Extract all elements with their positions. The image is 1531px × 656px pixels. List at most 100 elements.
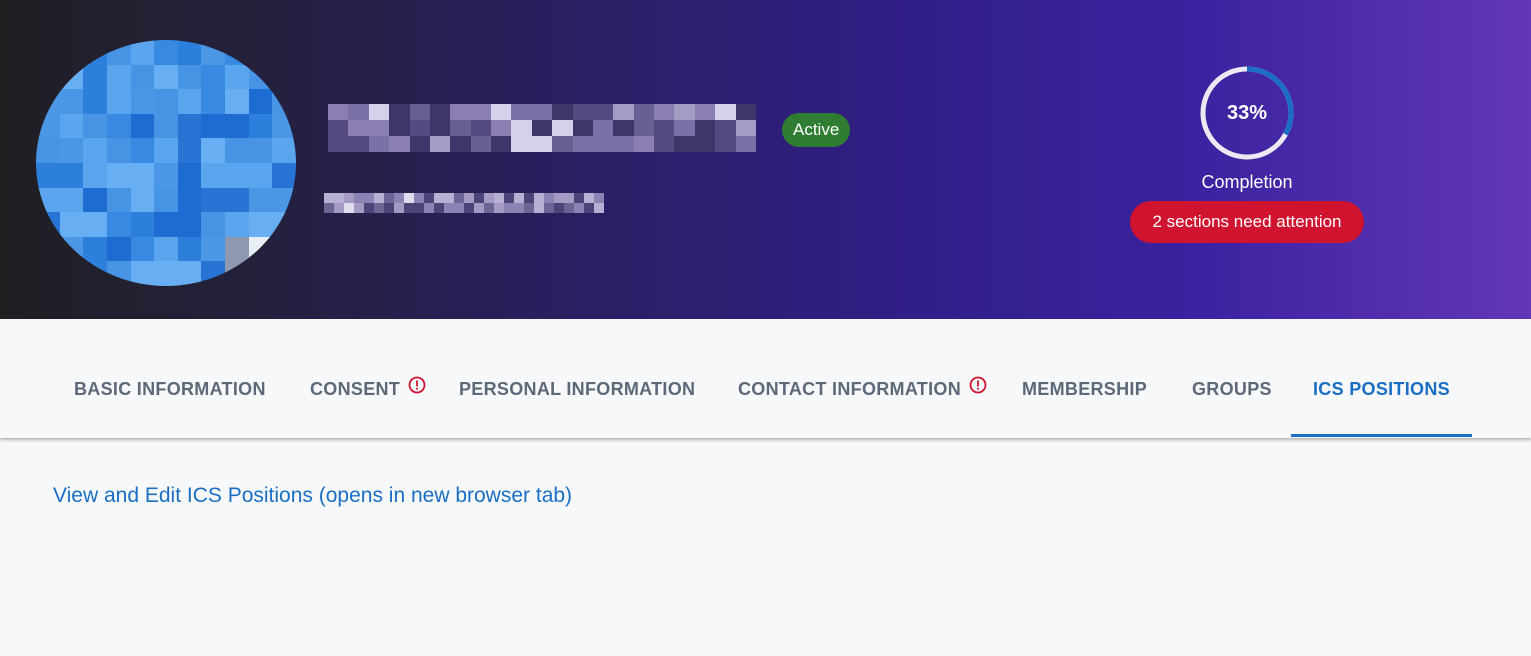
completion-label: Completion [1201, 172, 1293, 192]
avatar-pixel [83, 236, 108, 263]
redacted-pixel [674, 120, 695, 136]
tab-consent[interactable]: CONSENT [310, 319, 426, 438]
avatar-pixel [177, 236, 203, 263]
redacted-pixel [524, 203, 534, 213]
avatar-pixel [59, 89, 85, 115]
redacted-pixel [389, 120, 410, 136]
avatar-pixel [130, 236, 156, 263]
avatar-pixel [106, 40, 132, 66]
redacted-pixel [554, 203, 564, 213]
alert-circle-icon [969, 318, 987, 458]
redacted-pixel [444, 193, 454, 203]
avatar-pixel [106, 163, 132, 189]
avatar-pixel [36, 187, 61, 214]
active-tab-indicator [1291, 434, 1472, 437]
redacted-pixel [464, 193, 474, 203]
redacted-pixel [454, 193, 464, 203]
redacted-pixel [613, 136, 634, 152]
avatar-pixel [36, 40, 61, 66]
tab-basic-information[interactable]: BASIC INFORMATION [74, 319, 266, 438]
redacted-pixel [454, 203, 464, 213]
redacted-pixel [429, 136, 451, 152]
avatar-pixel [83, 138, 108, 164]
redacted-pixel [348, 120, 369, 136]
avatar-pixel [272, 236, 296, 263]
redacted-pixel [572, 136, 593, 152]
redacted-pixel [470, 104, 492, 120]
redacted-pixel [389, 104, 410, 120]
avatar-pixel [59, 138, 85, 164]
redacted-pixel [470, 120, 492, 136]
avatar-pixel [83, 212, 108, 238]
alert-circle-icon [408, 318, 426, 458]
tab-label: GROUPS [1192, 379, 1272, 399]
avatar-pixel [106, 138, 132, 164]
redacted-pixel [531, 120, 553, 136]
ics-positions-link[interactable]: View and Edit ICS Positions (opens in ne… [53, 484, 572, 508]
redacted-pixel [552, 136, 573, 152]
avatar-pixel [154, 89, 179, 115]
avatar-pixel [248, 40, 274, 66]
avatar-pixel [177, 40, 203, 66]
redacted-pixel [328, 104, 349, 120]
avatar-pixel [272, 261, 296, 286]
avatar-pixel [201, 261, 227, 286]
tab-membership[interactable]: MEMBERSHIP [1022, 319, 1147, 438]
avatar-pixel [130, 64, 156, 91]
avatar-pixel [154, 236, 179, 263]
avatar-pixel [201, 212, 227, 238]
avatar-pixel [106, 187, 132, 214]
redacted-pixel [531, 136, 553, 152]
avatar-pixel [106, 89, 132, 115]
redacted-pixel [404, 193, 414, 203]
avatar-pixel [36, 64, 61, 91]
avatar-pixel [272, 187, 296, 214]
redacted-pixel [511, 120, 532, 136]
redacted-pixel [544, 193, 554, 203]
avatar-pixel [59, 113, 85, 140]
tab-groups[interactable]: GROUPS [1192, 319, 1272, 438]
redacted-pixel [450, 104, 471, 120]
avatar-pixel [36, 163, 61, 189]
redacted-pixel [409, 120, 430, 136]
redacted-pixel [424, 193, 434, 203]
avatar-pixel [83, 113, 108, 140]
avatar-pixel [130, 212, 156, 238]
redacted-pixel [374, 203, 384, 213]
tab-label: CONSENT [310, 379, 401, 399]
avatar-pixel [59, 64, 85, 91]
avatar-pixel [106, 261, 132, 286]
avatar-pixel [201, 64, 227, 91]
redacted-pixel [674, 136, 695, 152]
redacted-pixel [394, 193, 404, 203]
redacted-pixel [735, 120, 756, 136]
avatar-pixel [272, 113, 296, 140]
avatar-pixel [130, 163, 156, 189]
avatar-pixel [248, 212, 274, 238]
avatar-pixel [130, 113, 156, 140]
avatar-pixel [248, 64, 274, 91]
redacted-pixel [735, 104, 756, 120]
avatar-pixel [154, 64, 179, 91]
redacted-pixel [715, 120, 736, 136]
tab-personal-information[interactable]: PERSONAL INFORMATION [459, 319, 695, 438]
redacted-pixel [384, 193, 394, 203]
attention-badge[interactable]: 2 sections need attention [1130, 201, 1364, 243]
redacted-pixel [564, 203, 574, 213]
avatar-pixel [225, 89, 250, 115]
avatar-pixel [248, 113, 274, 140]
avatar-pixel [225, 138, 250, 164]
redacted-pixel [574, 193, 584, 203]
avatar-pixel [36, 261, 61, 286]
tab-contact-information[interactable]: CONTACT INFORMATION [738, 319, 987, 438]
avatar-pixel [154, 212, 179, 238]
redacted-pixel [434, 203, 444, 213]
avatar-pixel [225, 187, 250, 214]
avatar-pixel [177, 89, 203, 115]
tab-ics-positions[interactable]: ICS POSITIONS [1313, 319, 1450, 438]
redacted-pixel [354, 203, 364, 213]
redacted-pixel [404, 203, 414, 213]
tab-label: MEMBERSHIP [1022, 379, 1148, 399]
redacted-pixel [409, 104, 430, 120]
redacted-pixel [344, 203, 354, 213]
